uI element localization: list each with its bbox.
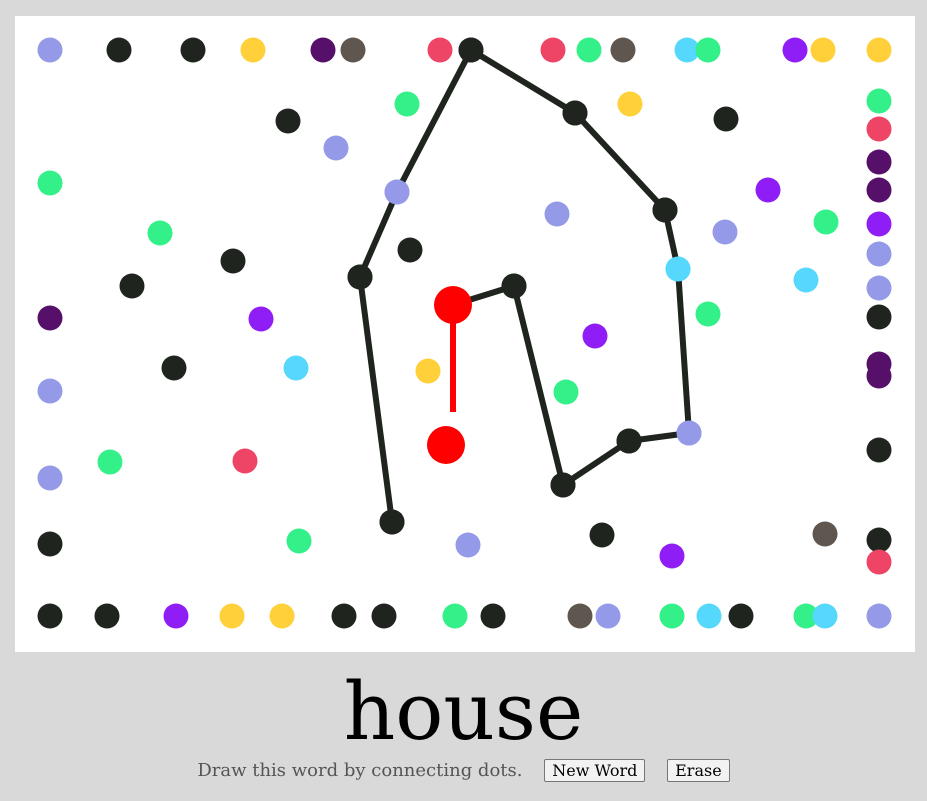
- dot-violet[interactable]: [582, 323, 608, 349]
- dot-black[interactable]: [180, 37, 206, 63]
- dot-black[interactable]: [106, 37, 132, 63]
- dot-green[interactable]: [442, 603, 468, 629]
- dot-cyan[interactable]: [812, 603, 838, 629]
- dot-lavender[interactable]: [712, 219, 738, 245]
- dot-green[interactable]: [394, 91, 420, 117]
- dot-yellow[interactable]: [219, 603, 245, 629]
- instructions-row: Draw this word by connecting dots. New W…: [0, 759, 927, 782]
- dot-black[interactable]: [589, 522, 615, 548]
- dot-pink[interactable]: [232, 448, 258, 474]
- dot-taupe[interactable]: [567, 603, 593, 629]
- path-vertex-dot[interactable]: [652, 197, 678, 223]
- dot-cyan[interactable]: [696, 603, 722, 629]
- path-vertex-dot[interactable]: [384, 179, 410, 205]
- dot-violet[interactable]: [755, 177, 781, 203]
- dot-plum[interactable]: [866, 149, 892, 175]
- dot-violet[interactable]: [248, 306, 274, 332]
- erase-button[interactable]: Erase: [667, 759, 730, 782]
- dot-yellow[interactable]: [866, 37, 892, 63]
- active-start-dot[interactable]: [434, 286, 472, 324]
- dot-yellow[interactable]: [810, 37, 836, 63]
- dot-green[interactable]: [147, 220, 173, 246]
- dot-black[interactable]: [37, 603, 63, 629]
- dot-pink[interactable]: [866, 116, 892, 142]
- dot-green[interactable]: [695, 301, 721, 327]
- target-word: house: [343, 665, 584, 758]
- dot-black[interactable]: [480, 603, 506, 629]
- path-vertex-dot[interactable]: [562, 100, 588, 126]
- dot-lavender[interactable]: [37, 37, 63, 63]
- dot-yellow[interactable]: [415, 358, 441, 384]
- instructions-text: Draw this word by connecting dots.: [197, 760, 523, 781]
- cursor-dot: [427, 426, 465, 464]
- new-word-button[interactable]: New Word: [544, 759, 646, 782]
- dot-black[interactable]: [866, 304, 892, 330]
- dot-green[interactable]: [576, 37, 602, 63]
- dot-green[interactable]: [37, 170, 63, 196]
- dot-lavender[interactable]: [866, 241, 892, 267]
- dot-pink[interactable]: [540, 37, 566, 63]
- dot-green[interactable]: [813, 209, 839, 235]
- dot-violet[interactable]: [659, 543, 685, 569]
- dot-lavender[interactable]: [323, 135, 349, 161]
- dot-black[interactable]: [397, 237, 423, 263]
- dot-black[interactable]: [713, 106, 739, 132]
- dot-green[interactable]: [695, 37, 721, 63]
- dot-violet[interactable]: [866, 211, 892, 237]
- dot-green[interactable]: [286, 528, 312, 554]
- dot-yellow[interactable]: [269, 603, 295, 629]
- dot-green[interactable]: [866, 88, 892, 114]
- dot-violet[interactable]: [782, 37, 808, 63]
- dot-black[interactable]: [728, 603, 754, 629]
- dot-taupe[interactable]: [812, 521, 838, 547]
- dot-plum[interactable]: [866, 177, 892, 203]
- dot-violet[interactable]: [163, 603, 189, 629]
- dot-taupe[interactable]: [340, 37, 366, 63]
- path-vertex-dot[interactable]: [550, 472, 576, 498]
- dot-plum[interactable]: [866, 363, 892, 389]
- dot-black[interactable]: [94, 603, 120, 629]
- dot-yellow[interactable]: [240, 37, 266, 63]
- dot-green[interactable]: [659, 603, 685, 629]
- dot-black[interactable]: [37, 531, 63, 557]
- dot-cyan[interactable]: [283, 355, 309, 381]
- path-vertex-dot[interactable]: [616, 428, 642, 454]
- dot-cyan[interactable]: [793, 267, 819, 293]
- dot-black[interactable]: [371, 603, 397, 629]
- dot-yellow[interactable]: [617, 91, 643, 117]
- drawing-canvas[interactable]: [15, 16, 915, 652]
- dot-lavender[interactable]: [866, 603, 892, 629]
- dot-lavender[interactable]: [37, 378, 63, 404]
- dot-field[interactable]: [15, 16, 915, 652]
- path-vertex-dot[interactable]: [458, 37, 484, 63]
- dot-pink[interactable]: [427, 37, 453, 63]
- dot-pink[interactable]: [866, 549, 892, 575]
- path-vertex-dot[interactable]: [665, 256, 691, 282]
- dot-plum[interactable]: [310, 37, 336, 63]
- dot-green[interactable]: [97, 449, 123, 475]
- dot-green[interactable]: [553, 379, 579, 405]
- path-vertex-dot[interactable]: [379, 509, 405, 535]
- dot-black[interactable]: [331, 603, 357, 629]
- dot-plum[interactable]: [37, 305, 63, 331]
- path-vertex-dot[interactable]: [676, 420, 702, 446]
- path-vertex-dot[interactable]: [347, 264, 373, 290]
- dot-black[interactable]: [220, 248, 246, 274]
- dot-lavender[interactable]: [455, 532, 481, 558]
- dot-black[interactable]: [161, 355, 187, 381]
- dot-black[interactable]: [119, 273, 145, 299]
- dot-black[interactable]: [275, 108, 301, 134]
- dot-lavender[interactable]: [866, 275, 892, 301]
- dot-taupe[interactable]: [610, 37, 636, 63]
- path-vertex-dot[interactable]: [501, 273, 527, 299]
- dot-black[interactable]: [866, 437, 892, 463]
- dot-black[interactable]: [866, 527, 892, 553]
- dot-lavender[interactable]: [595, 603, 621, 629]
- dot-lavender[interactable]: [37, 465, 63, 491]
- dot-lavender[interactable]: [544, 201, 570, 227]
